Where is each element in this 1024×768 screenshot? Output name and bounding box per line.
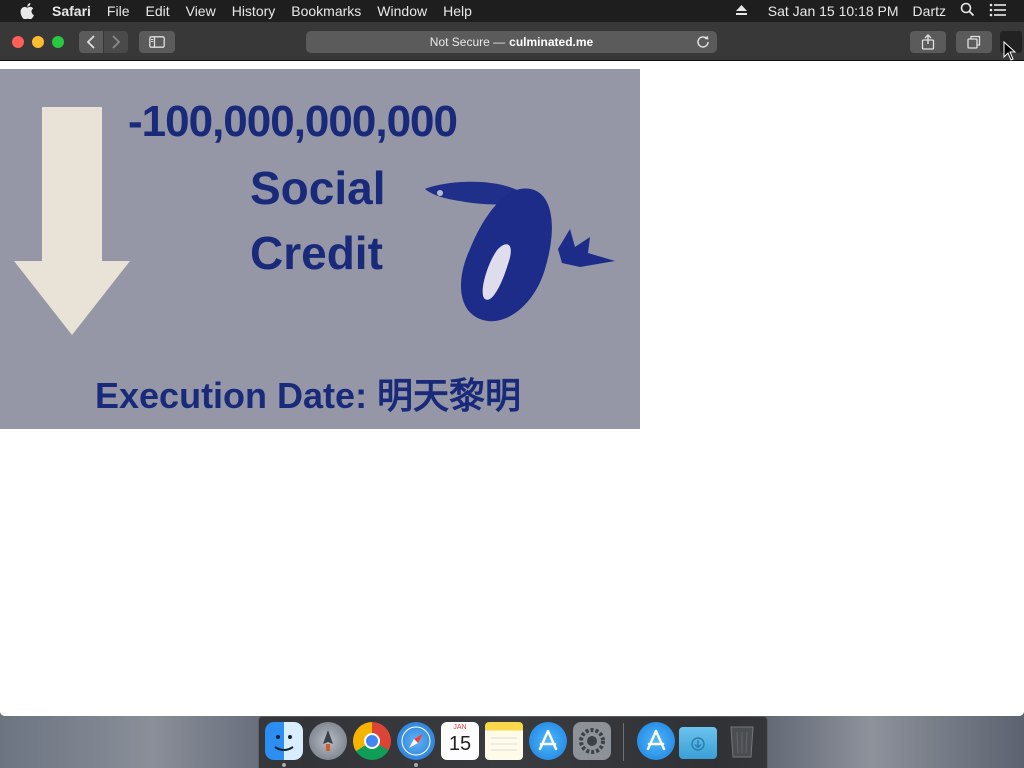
safari-running-indicator	[414, 763, 418, 767]
back-button[interactable]	[79, 31, 103, 53]
notes-icon[interactable]	[485, 722, 523, 760]
safari-toolbar: Not Secure — culminated.me	[0, 22, 1024, 61]
menu-file[interactable]: File	[99, 0, 138, 22]
execution-date: Execution Date: 明天黎明	[95, 375, 522, 416]
back-icon	[86, 35, 95, 49]
eject-icon[interactable]	[728, 3, 755, 19]
share-button[interactable]	[910, 31, 946, 53]
downloads-folder-icon[interactable]	[679, 727, 717, 759]
calendar-icon[interactable]: JAN 15	[441, 722, 479, 760]
app-store-download-icon[interactable]	[637, 722, 675, 760]
close-window-button[interactable]	[12, 36, 24, 48]
menu-window[interactable]: Window	[369, 0, 435, 22]
share-icon	[921, 34, 935, 50]
social-credit-banner: -100,000,000,000 Social Credit Execution…	[0, 69, 640, 429]
credit-amount: -100,000,000,000	[128, 97, 458, 146]
mouse-cursor-icon	[1003, 41, 1017, 61]
finder-icon[interactable]	[265, 722, 303, 760]
menu-safari[interactable]: Safari	[44, 0, 99, 22]
dock-separator	[623, 723, 624, 761]
sidebar-button[interactable]	[139, 31, 175, 53]
menu-bookmarks[interactable]: Bookmarks	[283, 0, 369, 22]
menu-user[interactable]: Dartz	[906, 3, 953, 19]
down-arrow-icon	[14, 107, 130, 335]
calendar-day: 15	[448, 733, 472, 755]
calendar-month: JAN	[453, 724, 467, 731]
social-text: Social	[250, 162, 386, 214]
launchpad-icon[interactable]	[309, 722, 347, 760]
page-content: -100,000,000,000 Social Credit Execution…	[0, 61, 1024, 716]
bird-icon	[425, 181, 615, 322]
system-preferences-icon[interactable]	[573, 722, 611, 760]
sidebar-icon	[149, 36, 165, 48]
menu-bar: Safari File Edit View History Bookmarks …	[0, 0, 1024, 22]
dock: JAN 15	[258, 716, 768, 768]
finder-running-indicator	[282, 763, 286, 767]
menu-clock[interactable]: Sat Jan 15 10:18 PM	[761, 3, 906, 19]
safari-icon[interactable]	[397, 722, 435, 760]
apple-icon[interactable]	[18, 0, 36, 22]
forward-button[interactable]	[104, 31, 128, 53]
list-icon[interactable]	[982, 3, 1014, 20]
credit-text: Credit	[250, 227, 383, 279]
minimize-window-button[interactable]	[32, 36, 44, 48]
menu-view[interactable]: View	[178, 0, 224, 22]
zoom-window-button[interactable]	[52, 36, 64, 48]
tabs-overview-button[interactable]	[956, 31, 992, 53]
chrome-icon[interactable]	[353, 722, 391, 760]
search-icon[interactable]	[953, 2, 982, 20]
safari-window: Not Secure — culminated.me -100,000,000,…	[0, 22, 1024, 716]
trash-icon[interactable]	[723, 722, 761, 760]
url-text: culminated.me	[509, 35, 594, 49]
menu-history[interactable]: History	[224, 0, 284, 22]
tabs-icon	[967, 35, 981, 49]
address-bar[interactable]: Not Secure — culminated.me	[306, 31, 717, 53]
menu-edit[interactable]: Edit	[137, 0, 177, 22]
forward-icon	[112, 35, 121, 49]
menu-help[interactable]: Help	[435, 0, 480, 22]
reload-icon[interactable]	[695, 34, 711, 50]
app-store-icon[interactable]	[529, 722, 567, 760]
security-label: Not Secure —	[429, 35, 506, 49]
